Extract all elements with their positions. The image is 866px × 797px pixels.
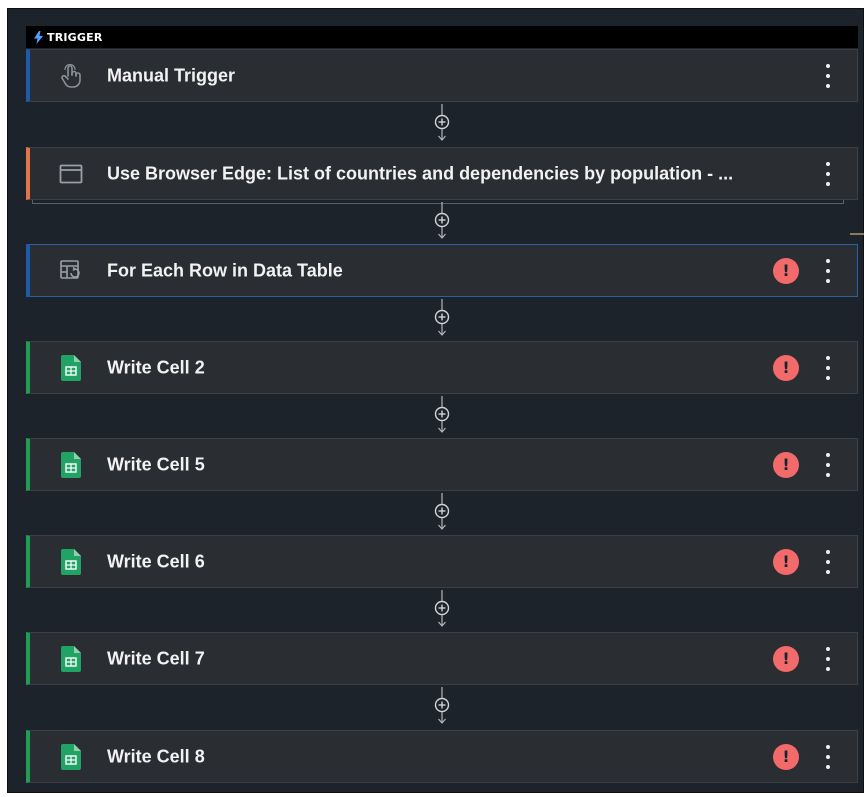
warning-icon[interactable]: ! [773,451,799,478]
step-label: For Each Row in Data Table [107,260,343,280]
step-label: Use Browser Edge: List of countries and … [107,163,734,183]
more-options-button[interactable] [821,355,835,380]
trigger-header-label: TRIGGER [47,30,103,44]
step-manual-trigger[interactable]: Manual Trigger [26,49,858,102]
add-step-connector[interactable] [432,202,452,242]
touch-icon [56,61,86,91]
google-sheets-icon [56,450,86,480]
step-label: Manual Trigger [107,65,236,85]
step-use-browser-edge[interactable]: Use Browser Edge: List of countries and … [26,147,858,200]
warning-icon[interactable]: ! [773,354,799,381]
trigger-header: TRIGGER [26,26,858,48]
step-label: Write Cell 7 [107,648,205,668]
add-step-connector[interactable] [432,104,452,144]
table-loop-icon [56,256,86,286]
connector-edge-mark [850,233,864,235]
step-label: Write Cell 5 [107,454,205,474]
more-options-button[interactable] [821,63,835,88]
warning-icon[interactable]: ! [773,548,799,575]
more-options-button[interactable] [821,161,835,186]
step-label: Write Cell 6 [107,551,205,571]
step-write-cell-7[interactable]: Write Cell 7 ! [26,632,858,685]
warning-icon[interactable]: ! [773,743,799,770]
browser-window-icon [56,159,86,189]
warning-icon[interactable]: ! [773,257,799,284]
more-options-button[interactable] [821,646,835,671]
warning-icon[interactable]: ! [773,645,799,672]
step-write-cell-6[interactable]: Write Cell 6 ! [26,535,858,588]
add-step-connector[interactable] [432,299,452,339]
google-sheets-icon [56,742,86,772]
more-options-button[interactable] [821,549,835,574]
more-options-button[interactable] [821,744,835,769]
more-options-button[interactable] [821,452,835,477]
google-sheets-icon [56,547,86,577]
add-step-connector[interactable] [432,590,452,630]
step-write-cell-2[interactable]: Write Cell 2 ! [26,341,858,394]
step-write-cell-8[interactable]: Write Cell 8 ! [26,730,858,783]
google-sheets-icon [56,644,86,674]
step-label: Write Cell 2 [107,357,205,377]
step-write-cell-5[interactable]: Write Cell 5 ! [26,438,858,491]
google-sheets-icon [56,353,86,383]
add-step-connector[interactable] [432,396,452,436]
add-step-connector[interactable] [432,687,452,727]
lightning-icon [34,30,43,44]
more-options-button[interactable] [821,258,835,283]
add-step-connector[interactable] [432,493,452,533]
step-label: Write Cell 8 [107,746,205,766]
step-for-each-row[interactable]: For Each Row in Data Table ! [26,244,858,297]
